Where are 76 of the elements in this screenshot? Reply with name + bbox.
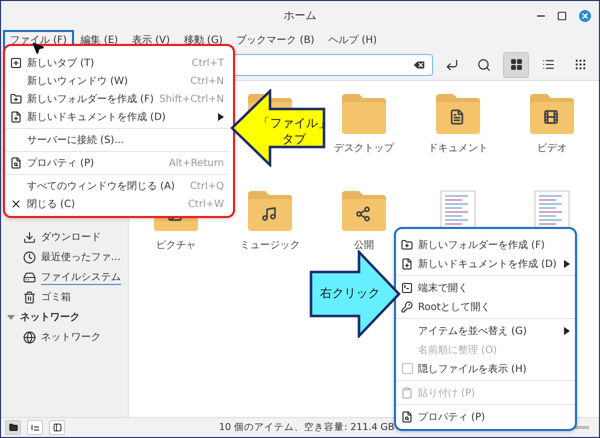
compact-view-icon: [574, 58, 586, 71]
sidebar-item[interactable]: 最近使ったファ...: [1, 247, 128, 267]
shortcut-label: Ctrl+W: [188, 198, 224, 210]
shortcut-label: Alt+Return: [168, 158, 224, 168]
tree-button[interactable]: [27, 420, 43, 435]
sidebar-item[interactable]: ファイルシステム: [1, 267, 128, 287]
search-icon: [477, 58, 491, 72]
tree-icon: [30, 424, 40, 431]
sidebar-item-icon: [23, 250, 36, 264]
panel-icon: [52, 423, 62, 432]
menu-item-icon: [10, 198, 22, 210]
menu-item-icon: [10, 157, 22, 169]
file-label: デスクトップ: [334, 142, 394, 155]
menu-item[interactable]: 新しいウィンドウ (W) Ctrl+N: [5, 72, 229, 90]
menu-item[interactable]: 新しいフォルダーを作成 (F) Shift+Ctrl+N: [5, 90, 229, 108]
menu-item[interactable]: 新しいフォルダーを作成 (F): [396, 235, 575, 254]
shortcut-label: Shift+Ctrl+N: [159, 94, 224, 104]
file-label: ドキュメント: [428, 142, 488, 155]
folder-icon: [340, 93, 388, 135]
menu-item-icon: [10, 111, 22, 123]
menu-item-icon: [401, 386, 413, 398]
callout-text: タブ: [282, 131, 306, 148]
close-icon[interactable]: [577, 8, 593, 24]
folder-icon: [246, 190, 294, 232]
menu-item[interactable]: すべてのウィンドウを閉じる (A) Ctrl+Q: [5, 177, 229, 195]
file-label: 公開: [354, 239, 374, 252]
places-button[interactable]: [5, 420, 21, 435]
status-text: 10 個のアイテム、空き容量: 211.4 GB: [219, 421, 394, 434]
folder-icon: [434, 93, 482, 135]
sidebar-item-icon: [23, 290, 36, 304]
menu-item-icon: [401, 410, 413, 422]
menu-item-icon: [401, 238, 413, 250]
menu-item-icon: [401, 282, 413, 294]
window-title: ホーム: [284, 8, 316, 23]
file-label: ミュージック: [240, 239, 300, 252]
menu-item[interactable]: 新しいドキュメントを作成 (D): [396, 254, 575, 273]
menu-item-icon: [401, 258, 413, 270]
shortcut-label: Ctrl+N: [190, 76, 224, 86]
menu-item[interactable]: アイテムを並べ替え (G): [396, 321, 575, 340]
callout-text: 「ファイル」: [258, 115, 330, 132]
shortcut-label: Ctrl+T: [192, 58, 224, 68]
menu-item[interactable]: プロパティ (P) Alt+Return: [5, 154, 229, 172]
folder-icon: [340, 190, 388, 232]
maximize-icon[interactable]: [557, 11, 567, 21]
menu-item[interactable]: サーバーに接続 (S)...: [5, 131, 229, 149]
list-view-icon: [542, 58, 554, 71]
file-label: ビデオ: [537, 142, 567, 155]
sidebar-toggle-button[interactable]: [49, 420, 65, 435]
shortcut-label: Ctrl+Q: [190, 180, 224, 192]
menu-item[interactable]: 端末で開く: [396, 278, 575, 297]
expander-icon[interactable]: [7, 313, 15, 321]
folder-icon: [528, 93, 576, 135]
menu-item[interactable]: 隠しファイルを表示 (H): [396, 359, 575, 378]
menu-item[interactable]: Rootとして開く: [396, 297, 575, 316]
grid-view-icon: [510, 58, 522, 71]
menu-item-icon: [10, 57, 22, 69]
view-button[interactable]: [503, 52, 529, 78]
return-arrow-icon: [445, 58, 459, 72]
menu-bar-item[interactable]: ブックマーク (B): [230, 30, 322, 49]
sidebar-item[interactable]: ゴミ箱: [1, 287, 128, 307]
menu-bar-item[interactable]: ヘルプ (H): [321, 30, 384, 49]
sidebar-item[interactable]: ダウンロード: [1, 227, 128, 247]
menu-item[interactable]: 新しいドキュメントを作成 (D): [5, 108, 229, 126]
folder-icon: [8, 423, 18, 432]
menu-item[interactable]: プロパティ (P): [396, 407, 575, 426]
menu-item-icon: [401, 300, 413, 312]
sidebar-item-icon: [23, 230, 36, 244]
sidebar-item-icon: [23, 270, 36, 284]
checkbox[interactable]: [402, 363, 412, 374]
menu-item[interactable]: 閉じる (C) Ctrl+W: [5, 195, 229, 213]
callout-text: 右クリック: [320, 285, 380, 302]
sidebar-item[interactable]: ネットワーク: [1, 327, 128, 347]
sidebar-section-header[interactable]: ネットワーク: [1, 307, 128, 327]
menu-item-icon: [10, 93, 22, 105]
sidebar-item-icon: [23, 330, 36, 344]
file-label: ピクチャ: [156, 239, 196, 252]
